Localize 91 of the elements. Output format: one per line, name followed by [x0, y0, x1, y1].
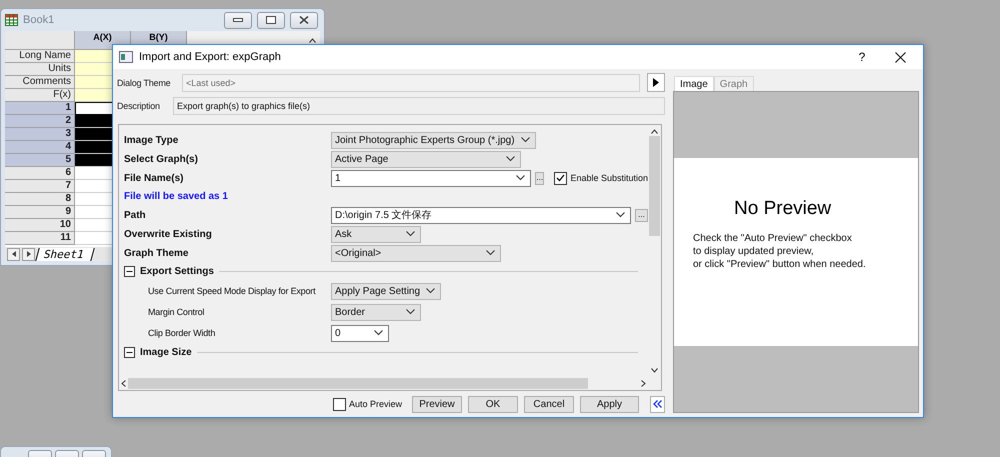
check-icon: [556, 174, 566, 182]
row-header[interactable]: 1: [5, 102, 75, 115]
corner-cell[interactable]: [5, 31, 75, 50]
field-label: Description: [117, 100, 161, 111]
scroll-up-icon[interactable]: [309, 38, 316, 42]
restore-button[interactable]: [257, 12, 285, 28]
preview-message: Check the "Auto Preview" checkbox to display updated preview, or click "Preview" button when needed.: [693, 232, 866, 271]
field-label: Overwrite Existing: [124, 228, 213, 240]
minimize-button[interactable]: [224, 12, 252, 28]
dialog-title: Import and Export: expGraph: [139, 51, 282, 63]
restore-icon: [266, 16, 276, 24]
scroll-right-icon[interactable]: [641, 380, 646, 388]
collapse-icon[interactable]: [124, 266, 135, 278]
row-header[interactable]: 4: [5, 141, 75, 154]
dropdown[interactable]: Border: [331, 304, 421, 321]
description-field: Export graph(s) to graphics file(s): [173, 96, 665, 115]
scroll-down-icon[interactable]: [651, 368, 658, 374]
dialog-button[interactable]: Apply: [580, 396, 639, 413]
scroll-right-button[interactable]: [22, 248, 35, 260]
row-header[interactable]: 5: [5, 154, 75, 167]
dropdown[interactable]: Active Page: [331, 150, 521, 168]
left-arrow-icon: [12, 251, 16, 257]
row-header[interactable]: 11: [5, 232, 75, 245]
dropdown[interactable]: Joint Photographic Experts Group (*.jpg): [331, 132, 536, 149]
chevron-down-icon: [486, 250, 495, 256]
chevron-down-icon: [406, 231, 415, 238]
tab[interactable]: Graph: [714, 76, 754, 91]
scroll-up-icon[interactable]: [651, 128, 658, 134]
row-label: Units: [5, 63, 75, 76]
chevron-down-icon: [426, 288, 436, 294]
chevron-down-icon: [506, 156, 515, 162]
dialog-button[interactable]: OK: [468, 396, 518, 413]
row-header[interactable]: 8: [5, 193, 75, 206]
row-label: Long Name: [5, 50, 75, 63]
field-label: Image Type: [124, 134, 180, 146]
minimize-icon: [233, 18, 243, 22]
field-label: Dialog Theme: [117, 78, 172, 88]
play-arrow-icon: [653, 78, 659, 88]
app-icon: [119, 51, 133, 63]
double-chevron-left-icon: [653, 400, 662, 408]
row-label: F(x): [5, 89, 75, 102]
collapse-button[interactable]: [650, 396, 665, 413]
theme-menu-button[interactable]: [647, 73, 665, 92]
chevron-down-icon: [520, 137, 530, 144]
dropdown[interactable]: <Original>: [331, 244, 501, 262]
field-label: File Name(s): [124, 172, 184, 184]
row-header[interactable]: 3: [5, 128, 75, 141]
status-note: File will be saved as 1: [124, 191, 228, 202]
row-header[interactable]: 9: [5, 206, 75, 219]
auto-preview-checkbox[interactable]: Auto Preview: [332, 398, 402, 411]
row-header[interactable]: 6: [5, 167, 75, 180]
group-heading: Export Settings: [140, 266, 214, 278]
field-label: Use Current Speed Mode Display for Export: [147, 286, 316, 296]
right-arrow-icon: [26, 251, 30, 257]
dialog-button[interactable]: Preview: [412, 396, 462, 413]
close-icon: [299, 16, 309, 24]
close-icon: [894, 52, 906, 62]
field-label: Margin Control: [147, 307, 206, 318]
close-button[interactable]: [290, 12, 318, 28]
field-label: Clip Border Width: [147, 328, 216, 338]
dropdown[interactable]: Ask: [331, 226, 421, 243]
tab[interactable]: Image: [674, 76, 714, 91]
browse-button[interactable]: ...: [635, 208, 648, 222]
dropdown[interactable]: Apply Page Setting: [331, 282, 442, 300]
row-header[interactable]: 7: [5, 180, 75, 193]
chevron-down-icon: [406, 309, 415, 316]
combo-field[interactable]: D:\origin 7.5 文件保存: [331, 206, 631, 224]
checkbox[interactable]: Enable Substitution: [554, 172, 648, 185]
scroll-left-icon[interactable]: [121, 380, 126, 388]
field-label: Graph Theme: [124, 248, 190, 259]
chevron-down-icon: [516, 175, 525, 182]
window-title: Book1: [23, 14, 56, 26]
collapse-icon[interactable]: [124, 347, 135, 358]
browse-button[interactable]: ...: [535, 172, 544, 185]
combo-field[interactable]: 0: [331, 324, 389, 342]
row-header[interactable]: 10: [5, 219, 75, 232]
horizontal-scrollbar[interactable]: [119, 377, 648, 390]
scroll-left-button[interactable]: [7, 248, 20, 260]
worksheet-icon: [5, 14, 18, 26]
chevron-down-icon: [374, 330, 383, 336]
row-header[interactable]: 2: [5, 115, 75, 128]
row-label: Comments: [5, 76, 75, 89]
group-heading: Image Size: [140, 347, 192, 358]
field-label: Path: [124, 210, 147, 221]
sheet-tab[interactable]: Sheet1: [35, 248, 94, 260]
help-button[interactable]: ?: [847, 46, 877, 68]
combo-field[interactable]: 1: [331, 170, 531, 187]
preview-heading: No Preview: [734, 198, 832, 220]
dialog-button[interactable]: Cancel: [524, 396, 574, 413]
field-label: Select Graph(s): [124, 154, 199, 165]
chevron-down-icon: [616, 212, 625, 218]
